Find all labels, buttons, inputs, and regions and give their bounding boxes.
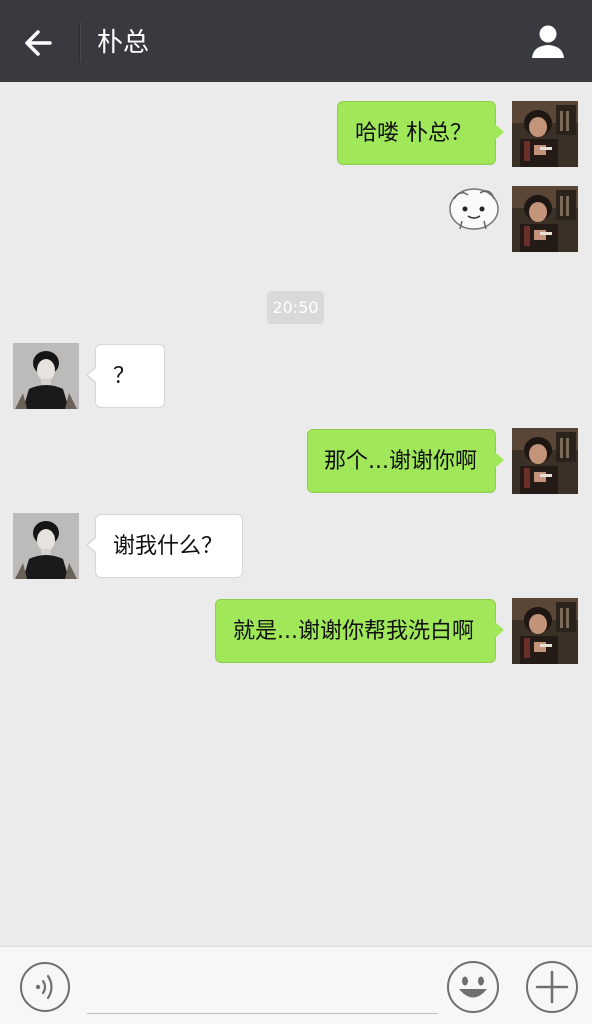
contact-avatar[interactable]	[13, 343, 79, 409]
contact-avatar[interactable]	[13, 513, 79, 579]
message-text: 哈喽 朴总？	[355, 121, 472, 146]
person-icon	[532, 25, 564, 58]
message-text: ？	[113, 364, 136, 389]
more-button[interactable]	[525, 960, 579, 1014]
back-button[interactable]	[18, 22, 60, 64]
timestamp: 20:50	[267, 291, 324, 324]
chat-title: 朴总	[97, 28, 150, 58]
message-input[interactable]	[87, 961, 438, 1014]
message-bubble-incoming[interactable]: ？	[86, 344, 165, 408]
my-avatar[interactable]	[512, 101, 578, 167]
my-avatar[interactable]	[512, 428, 578, 494]
message-text: 那个...谢谢你啊	[324, 449, 477, 474]
my-avatar[interactable]	[512, 186, 578, 252]
message-bubble-outgoing[interactable]: 那个...谢谢你啊	[307, 429, 504, 493]
cartoon-sticker[interactable]	[446, 185, 502, 233]
voice-icon	[20, 962, 70, 1012]
message-bubble-outgoing[interactable]: 就是...谢谢你帮我洗白啊	[215, 599, 504, 663]
emoji-icon	[447, 961, 499, 1013]
arrow-left-icon	[25, 30, 52, 56]
input-bar	[0, 946, 592, 1024]
message-bubble-incoming[interactable]: 谢我什么？	[86, 514, 243, 578]
message-bubble-outgoing[interactable]: 哈喽 朴总？	[337, 101, 504, 165]
plus-icon	[526, 961, 578, 1013]
emoji-button[interactable]	[446, 960, 500, 1014]
my-avatar[interactable]	[512, 598, 578, 664]
header-divider	[79, 22, 80, 62]
voice-button[interactable]	[19, 961, 71, 1013]
contact-info-button[interactable]	[526, 20, 570, 64]
message-text: 谢我什么？	[113, 534, 224, 559]
message-text: 就是...谢谢你帮我洗白啊	[233, 619, 474, 644]
sticker-icon	[449, 188, 499, 230]
chat-header: 朴总	[0, 0, 592, 82]
